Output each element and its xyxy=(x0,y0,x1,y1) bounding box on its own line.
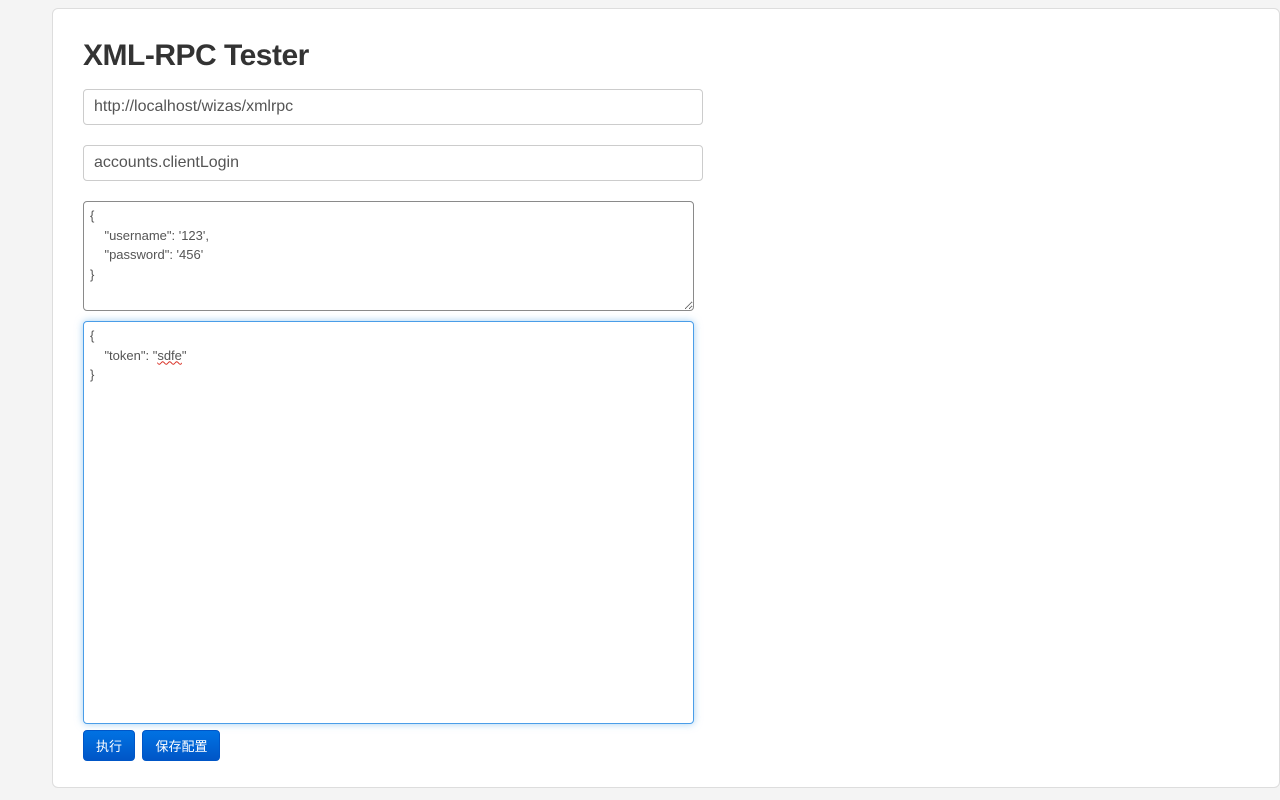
params-textarea[interactable]: { "username": '123', "password": '456' } xyxy=(83,201,694,311)
result-textarea[interactable]: { "token": "sdfe" } xyxy=(83,321,694,724)
app-container: XML-RPC Tester { "username": '123', "pas… xyxy=(52,8,1280,788)
endpoint-input[interactable] xyxy=(83,89,703,125)
save-config-button[interactable]: 保存配置 xyxy=(142,730,220,761)
execute-button[interactable]: 执行 xyxy=(83,730,135,761)
method-input[interactable] xyxy=(83,145,703,181)
page-title: XML-RPC Tester xyxy=(83,39,1249,73)
